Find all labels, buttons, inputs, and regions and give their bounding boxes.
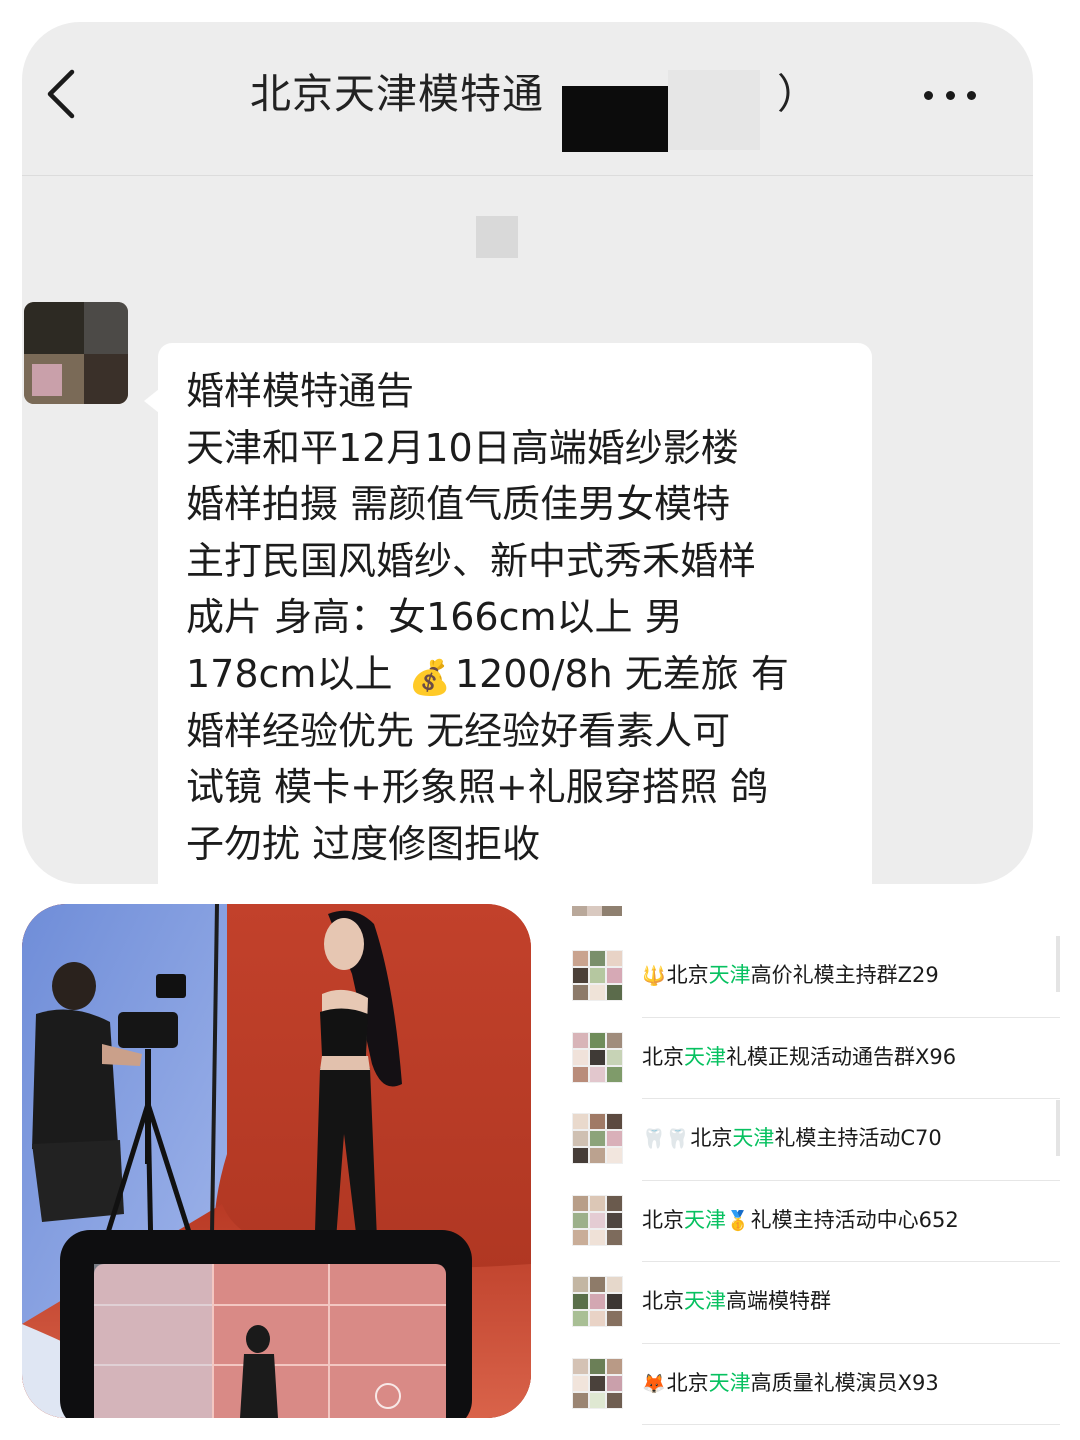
message-bubble[interactable]: 婚样模特通告 天津和平12月10日高端婚纱影楼 婚样拍摄 需颜值气质佳男女模特 … <box>144 343 872 884</box>
group-list-item[interactable]: 🦷🦷北京天津礼模主持活动C70 <box>560 1099 1060 1181</box>
group-name: 🔱北京天津高价礼模主持群Z29 <box>642 963 939 987</box>
search-highlight: 天津 <box>684 1044 726 1069</box>
photo-illustration <box>22 904 531 1418</box>
group-name: 北京天津🥇礼模主持活动中心652 <box>642 1207 959 1232</box>
group-avatar <box>572 950 623 1001</box>
title-redaction-block <box>562 86 668 152</box>
back-button[interactable] <box>36 64 86 124</box>
group-name: 🦊北京天津高质量礼模演员X93 <box>642 1370 939 1395</box>
search-highlight: 天津 <box>732 1126 775 1150</box>
message-line: 婚样经验优先 无经验好看素人可 <box>186 708 731 753</box>
message-text: 婚样模特通告 天津和平12月10日高端婚纱影楼 婚样拍摄 需颜值气质佳男女模特 … <box>186 363 866 872</box>
search-highlight: 天津 <box>708 963 751 987</box>
message-line: 婚样模特通告 <box>186 369 415 413</box>
group-emoji-icon: 🔱 <box>642 965 666 987</box>
group-list-item[interactable]: 🦊北京天津高质量礼模演员X93 <box>560 1344 1060 1425</box>
group-avatar <box>572 1031 623 1083</box>
more-button[interactable] <box>918 78 982 112</box>
sender-avatar[interactable] <box>24 302 128 404</box>
studio-photo <box>22 904 531 1418</box>
message-line: 成片 身高：女166cm以上 男 <box>186 595 683 640</box>
partial-list-item <box>572 900 622 916</box>
group-list-item[interactable]: 北京天津🥇礼模主持活动中心652 <box>560 1181 1060 1262</box>
chat-screenshot: 北京天津模特通 ） 婚样模特通告 天津和平12月10日高端婚纱影楼 婚样拍摄 需… <box>22 22 1033 884</box>
search-highlight: 天津 <box>684 1207 726 1232</box>
timestamp-redaction <box>476 216 518 258</box>
chat-header: 北京天津模特通 ） <box>22 22 1033 176</box>
message-line: 子勿扰 过度修图拒收 <box>186 821 541 866</box>
group-avatar <box>572 1113 623 1164</box>
group-list-item[interactable]: 🔱北京天津高价礼模主持群Z29 <box>560 936 1060 1018</box>
chat-title-suffix: ） <box>777 70 818 118</box>
group-chat-list: 🔱北京天津高价礼模主持群Z29 北京天津礼模正规活动通告群X96 🦷🦷北京天津礼模主… <box>560 900 1060 1440</box>
search-highlight: 天津 <box>708 1370 751 1395</box>
group-emoji-icon: 🦊 <box>642 1372 666 1395</box>
group-list-item[interactable]: 北京天津礼模正规活动通告群X96 <box>560 1018 1060 1099</box>
group-name: 北京天津礼模正规活动通告群X96 <box>642 1044 957 1069</box>
more-dots-icon <box>924 90 933 100</box>
search-highlight: 天津 <box>684 1289 726 1313</box>
title-redaction-blur <box>668 70 760 150</box>
chat-title: 北京天津模特通 <box>250 70 544 118</box>
group-name: 🦷🦷北京天津礼模主持活动C70 <box>642 1126 942 1150</box>
message-line: 试镜 模卡+形象照+礼服穿搭照 鸽 <box>186 765 768 810</box>
group-avatar <box>572 1276 623 1327</box>
medal-icon: 🥇 <box>726 1209 750 1232</box>
message-line: 天津和平12月10日高端婚纱影楼 <box>186 425 739 470</box>
message-line: 婚样拍摄 需颜值气质佳男女模特 <box>186 482 731 527</box>
message-line: 178cm以上 💰 1200/8h 无差旅 有 <box>186 646 866 703</box>
group-avatar <box>572 1194 623 1246</box>
money-bag-icon: 💰 <box>408 657 451 698</box>
group-name: 北京天津高端模特群 <box>642 1289 831 1313</box>
group-emoji-icon: 🦷🦷 <box>642 1128 690 1150</box>
group-avatar <box>572 1357 623 1409</box>
message-line: 主打民国风婚纱、新中式秀禾婚样 <box>186 538 757 583</box>
group-list-item[interactable]: 北京天津高端模特群 <box>560 1262 1060 1344</box>
chevron-left-icon <box>47 69 75 119</box>
